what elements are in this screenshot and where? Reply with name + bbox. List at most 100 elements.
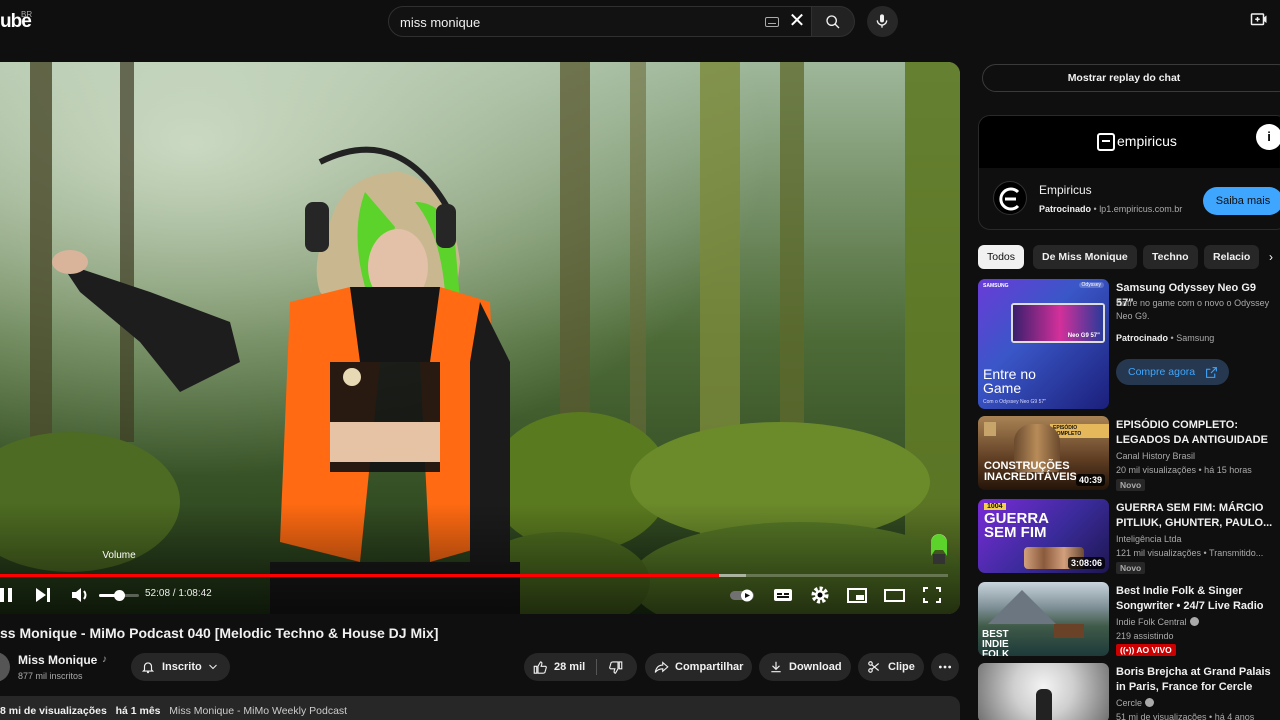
ad-sponsored-line: Patrocinado • lp1.empiricus.com.br: [1039, 204, 1183, 214]
chip-related[interactable]: Relacio: [1204, 245, 1260, 269]
chevron-right-icon[interactable]: ›: [1262, 245, 1280, 269]
verified-icon: [1189, 617, 1199, 626]
ad-banner-brand: empiricus: [1117, 133, 1177, 149]
recommendation-channel-name: Indie Folk Central: [1116, 617, 1187, 627]
new-badge: Novo: [1116, 479, 1146, 491]
channel-avatar[interactable]: [0, 652, 10, 682]
volume-slider[interactable]: [99, 590, 139, 601]
recommendation-channel[interactable]: Canal History Brasil: [1116, 451, 1195, 461]
promo-thumb-badge: Odyssey: [1078, 282, 1104, 288]
ad-advertiser-logo[interactable]: [993, 181, 1027, 215]
recommendation-meta: 51 mi de visualizações • há 4 anos: [1116, 712, 1255, 720]
show-chat-replay-button[interactable]: Mostrar replay do chat: [982, 64, 1280, 92]
duration-badge: 3:08:06: [1067, 557, 1105, 569]
chip-from-channel[interactable]: De Miss Monique: [1033, 245, 1137, 269]
channel-name[interactable]: Miss Monique: [18, 653, 97, 667]
ad-info-icon[interactable]: i: [1256, 124, 1280, 150]
cabin-shape: [1054, 624, 1084, 638]
pause-icon[interactable]: [0, 584, 16, 606]
microphone-icon: [876, 14, 888, 28]
channel-watermark[interactable]: [928, 530, 950, 564]
shop-now-label: Compre agora: [1128, 366, 1196, 378]
promoted-item[interactable]: SAMSUNG Odyssey Neo G9 57" Entre no Game…: [978, 279, 1280, 409]
recommendation-title[interactable]: Best Indie Folk & Singer Songwriter • 24…: [1116, 584, 1276, 614]
settings-gear-icon[interactable]: [809, 584, 831, 606]
thumbs-down-icon: [609, 661, 623, 674]
video-frame: [0, 62, 960, 614]
dislike-button[interactable]: [597, 653, 637, 681]
recommendation-meta: 20 mil visualizações • há 15 horas: [1116, 465, 1252, 475]
recommendation-thumbnail[interactable]: 1004 GUERRA SEM FIM 3:08:06: [978, 499, 1109, 573]
video-title: ss Monique - MiMo Podcast 040 [Melodic T…: [0, 625, 439, 641]
playlist-link[interactable]: Miss Monique - MiMo Weekly Podcast: [169, 705, 347, 717]
promo-description: Entre no game com o novo o Odyssey Neo G…: [1116, 298, 1270, 321]
share-button[interactable]: Compartilhar: [645, 653, 752, 681]
recommendation-thumb-text: CONSTRUÇÕES INACREDITÁVEIS: [984, 460, 1077, 483]
search-input[interactable]: [400, 13, 740, 31]
autoplay-toggle-icon[interactable]: [729, 584, 757, 606]
recommendation-meta: 121 mil visualizações • Transmitido...: [1116, 548, 1264, 558]
ad-advertiser-name[interactable]: Empiricus: [1039, 183, 1092, 197]
miniplayer-icon[interactable]: [846, 584, 868, 606]
promo-thumb-headline: Entre no Game: [983, 366, 1036, 396]
video-player[interactable]: [0, 62, 960, 614]
promo-sponsor-line: Patrocinado • Samsung: [1116, 333, 1215, 343]
volume-icon[interactable]: [69, 584, 91, 606]
theater-mode-icon[interactable]: [883, 584, 907, 606]
more-actions-button[interactable]: [931, 653, 959, 681]
like-button[interactable]: 28 mil: [524, 653, 592, 681]
subtitles-icon[interactable]: [772, 584, 794, 606]
dj-figure: [1036, 689, 1052, 720]
recommendation-title[interactable]: EPISÓDIO COMPLETO: LEGADOS DA ANTIGUIDAD…: [1116, 418, 1276, 448]
promo-thumb-brand: SAMSUNG: [983, 283, 1009, 289]
recommendation-channel[interactable]: Indie Folk Central: [1116, 617, 1199, 627]
share-icon: [654, 661, 669, 673]
upload-age: há 1 mês: [115, 705, 161, 717]
music-note-icon: ♪: [102, 654, 107, 665]
recommendation-title[interactable]: Boris Brejcha at Grand Palais in Paris, …: [1116, 665, 1276, 695]
search-box[interactable]: ✕: [388, 6, 812, 37]
recommendation-thumbnail[interactable]: EPISÓDIO COMPLETO CONSTRUÇÕES INACREDITÁ…: [978, 416, 1109, 490]
recommendation-thumbnail[interactable]: [978, 663, 1109, 720]
promo-thumb-sub: Com o Odyssey Neo G9 57": [983, 399, 1046, 405]
recommendation-channel-name: Cercle: [1116, 698, 1143, 708]
keyboard-icon[interactable]: [765, 17, 779, 27]
recommendation-item[interactable]: BEST INDIE FOLK Best Indie Folk & Singer…: [978, 582, 1280, 658]
monitor-illustration: Neo G9 57": [1011, 303, 1105, 343]
progress-bar[interactable]: [0, 574, 948, 577]
promo-thumbnail[interactable]: SAMSUNG Odyssey Neo G9 57" Entre no Game…: [978, 279, 1109, 409]
advertiser-logo-icon: [999, 187, 1020, 211]
recommendation-item[interactable]: EPISÓDIO COMPLETO CONSTRUÇÕES INACREDITÁ…: [978, 416, 1280, 492]
external-link-icon: [1206, 367, 1217, 378]
filter-chips: Todos De Miss Monique Techno Relacio: [978, 245, 1280, 269]
next-icon[interactable]: [32, 584, 54, 606]
search-button[interactable]: [812, 6, 855, 37]
subscribed-button[interactable]: Inscrito: [131, 653, 230, 681]
history-logo: [984, 422, 996, 436]
ad-banner[interactable]: empiricus i: [979, 116, 1280, 168]
recommendation-channel[interactable]: Inteligência Ltda: [1116, 534, 1182, 544]
ad-card[interactable]: empiricus i Empiricus Patrocinado • lp1.…: [978, 115, 1280, 230]
recommendation-title[interactable]: GUERRA SEM FIM: MÁRCIO PITLIUK, GHUNTER,…: [1116, 501, 1276, 531]
recommendation-item[interactable]: 1004 GUERRA SEM FIM 3:08:06 GUERRA SEM F…: [978, 499, 1280, 575]
empiricus-logo-icon: [1097, 133, 1115, 151]
country-code: BR: [21, 10, 33, 19]
create-icon[interactable]: [1250, 11, 1268, 29]
recommendation-thumbnail[interactable]: BEST INDIE FOLK: [978, 582, 1109, 656]
download-button[interactable]: Download: [759, 653, 851, 681]
clip-button[interactable]: Clipe: [858, 653, 924, 681]
voice-search-button[interactable]: [867, 6, 898, 37]
chip-all[interactable]: Todos: [978, 245, 1025, 269]
recommendation-channel[interactable]: Cercle: [1116, 698, 1155, 708]
chip-techno[interactable]: Techno: [1143, 245, 1198, 269]
fullscreen-icon[interactable]: [921, 584, 943, 606]
recommendation-meta: 219 assistindo: [1116, 631, 1174, 641]
new-badge: Novo: [1116, 562, 1146, 574]
clip-label: Clipe: [888, 661, 915, 673]
recommendation-thumb-tag: 1004: [984, 503, 1006, 510]
clear-search-icon[interactable]: ✕: [785, 9, 809, 33]
volume-knob[interactable]: [114, 590, 125, 601]
learn-more-button[interactable]: Saiba mais: [1203, 187, 1280, 215]
recommendation-item[interactable]: Boris Brejcha at Grand Palais in Paris, …: [978, 663, 1280, 720]
shop-now-button[interactable]: Compre agora: [1116, 359, 1229, 385]
